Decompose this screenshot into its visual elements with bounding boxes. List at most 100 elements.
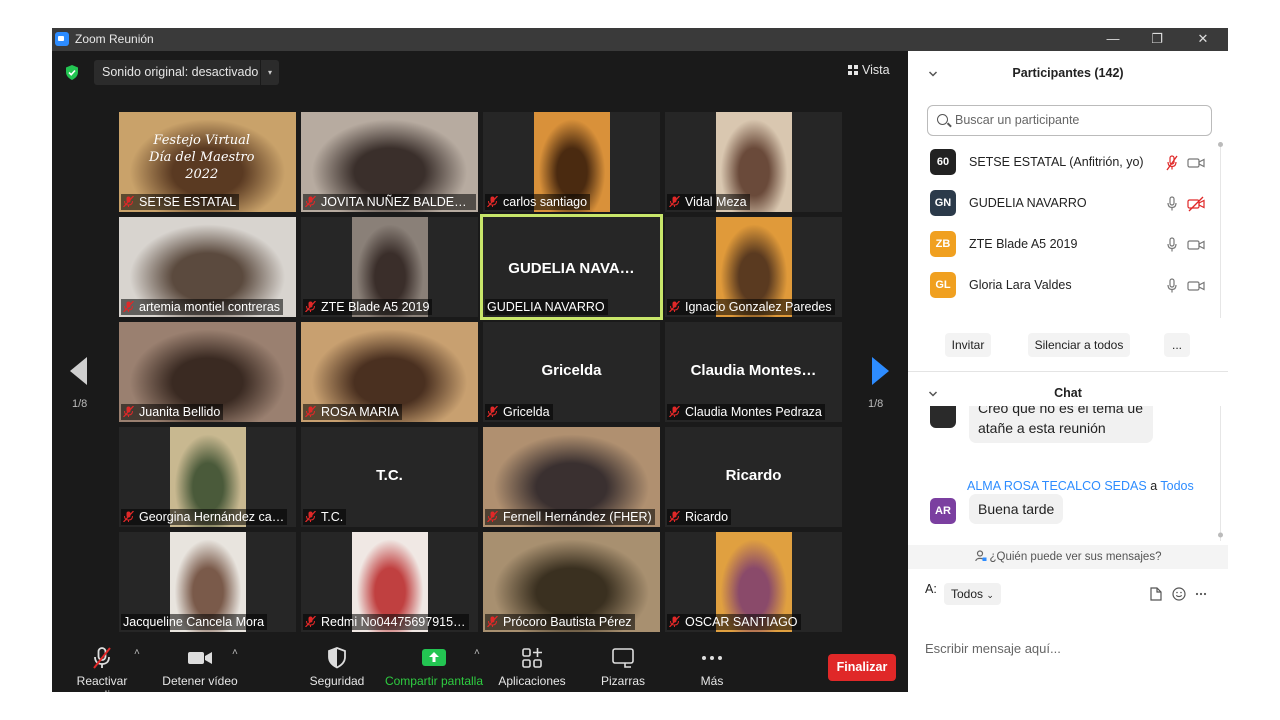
participant-row[interactable]: ZB ZTE Blade A5 2019 (908, 224, 1220, 265)
muted-microphone-icon (487, 406, 498, 417)
participant-name-placeholder: GUDELIA NAVA… (508, 260, 635, 277)
camera-icon[interactable] (1187, 278, 1205, 294)
participant-tile[interactable]: Ricardo Ricardo (665, 427, 842, 527)
window-title: Zoom Reunión (75, 32, 154, 46)
muted-microphone-icon (123, 406, 134, 417)
apps-button[interactable]: Aplicaciones (496, 645, 568, 688)
share-screen-button[interactable]: Compartir pantalla (382, 645, 486, 688)
participant-tile[interactable]: Ignacio Gonzalez Paredes (665, 217, 842, 317)
participant-tile[interactable]: Festejo Virtual Día del Maestro 2022 SETSE … (119, 112, 296, 212)
camera-off-icon[interactable] (1187, 196, 1205, 212)
muted-microphone-icon (305, 511, 316, 522)
more-dots-icon (702, 656, 722, 660)
muted-microphone-icon (669, 616, 680, 627)
audio-options-caret[interactable]: ˄ (134, 647, 140, 658)
participant-tile[interactable]: Fernell Hernández (FHER) (483, 427, 660, 527)
avatar: GN (930, 190, 956, 216)
participant-name-label: SETSE ESTATAL (121, 194, 240, 210)
mute-all-button[interactable]: Silenciar a todos (1028, 333, 1130, 357)
participant-name-label: T.C. (303, 509, 347, 525)
person-lock-icon (974, 550, 987, 562)
participant-row[interactable]: 60 SETSE ESTATAL (Anfitrión, yo) (908, 142, 1220, 183)
original-sound-button[interactable]: Sonido original: desactivado (94, 60, 267, 85)
file-icon[interactable] (1150, 587, 1162, 601)
who-can-see-messages[interactable]: ¿Quién puede ver sus mensajes? (908, 545, 1228, 569)
share-options-caret[interactable]: ˄ (474, 647, 480, 658)
participant-name-placeholder: T.C. (376, 467, 403, 484)
participant-name: ZTE Blade A5 2019 (969, 237, 1078, 251)
participant-tile[interactable]: artemia montiel contreras (119, 217, 296, 317)
whiteboard-icon (612, 648, 634, 668)
participant-tile[interactable]: JOVITA NUÑEZ BALDERAS (301, 112, 478, 212)
invite-button[interactable]: Invitar (945, 333, 991, 357)
next-page-arrow[interactable] (872, 357, 889, 385)
previous-page-arrow[interactable] (70, 357, 87, 385)
avatar: ZB (930, 231, 956, 257)
participant-search-input[interactable]: Buscar un participante (927, 105, 1212, 136)
video-options-caret[interactable]: ˄ (232, 647, 238, 658)
meeting-toolbar: Reactivar audio ˄ Detener vídeo ˄ Seguri… (52, 635, 908, 692)
participant-name: SETSE ESTATAL (Anfitrión, yo) (969, 155, 1144, 169)
stop-video-button[interactable]: Detener vídeo (160, 645, 240, 688)
unmute-audio-button[interactable]: Reactivar audio (62, 645, 142, 692)
chat-scrollbar[interactable] (1218, 406, 1223, 541)
whiteboards-button[interactable]: Pizarras (590, 645, 656, 688)
meeting-area: Sonido original: desactivado ▾ Vista 1/8… (52, 51, 908, 692)
end-meeting-button[interactable]: Finalizar (828, 654, 896, 681)
participant-tile[interactable]: ROSA MARIA (301, 322, 478, 422)
security-button[interactable]: Seguridad (306, 645, 368, 688)
participant-name-label: artemia montiel contreras (121, 299, 284, 315)
microphone-muted-icon[interactable] (1164, 155, 1180, 171)
chat-sender-avatar: AR (930, 498, 956, 524)
view-button[interactable]: Vista (848, 63, 890, 77)
participant-list-scrollbar[interactable] (1218, 142, 1223, 318)
participant-tile[interactable]: Juanita Bellido (119, 322, 296, 422)
muted-microphone-icon (487, 616, 498, 627)
participant-tile[interactable]: GUDELIA NAVA… GUDELIA NAVARRO (480, 214, 663, 320)
original-sound-dropdown[interactable]: ▾ (260, 60, 279, 85)
minimize-button[interactable]: — (1098, 30, 1128, 48)
chat-message-input[interactable]: Escribir mensaje aquí... (925, 641, 1061, 656)
participant-name-label: Redmi No04475697915… (303, 614, 469, 630)
participant-tile[interactable]: carlos santiago (483, 112, 660, 212)
muted-microphone-icon (669, 196, 680, 207)
participant-tile[interactable]: Prócoro Bautista Pérez (483, 532, 660, 632)
page-indicator-right: 1/8 (868, 398, 884, 410)
security-shield-icon[interactable] (65, 65, 79, 80)
participant-name-label: Georgina Hernández ca… (121, 509, 288, 525)
participant-tile[interactable]: Redmi No04475697915… (301, 532, 478, 632)
microphone-icon[interactable] (1164, 237, 1180, 253)
close-button[interactable]: ✕ (1188, 30, 1218, 48)
emoji-icon[interactable] (1172, 587, 1186, 601)
participant-name-label: Prócoro Bautista Pérez (485, 614, 635, 630)
recipient-selector[interactable]: Todos ⌄ (944, 583, 1001, 605)
participant-tile[interactable]: Vidal Meza (665, 112, 842, 212)
participant-tile[interactable]: Jacqueline Cancela Mora (119, 532, 296, 632)
participant-name-label: Juanita Bellido (121, 404, 224, 420)
participants-title: Participantes (142) (1012, 66, 1124, 80)
participant-row[interactable]: GN GUDELIA NAVARRO (908, 183, 1220, 224)
participant-name-label: Fernell Hernández (FHER) (485, 509, 655, 525)
participants-more-button[interactable]: ... (1164, 333, 1190, 357)
participant-name-label: ROSA MARIA (303, 404, 402, 420)
participant-tile[interactable]: Gricelda Gricelda (483, 322, 660, 422)
participant-tile[interactable]: Georgina Hernández ca… (119, 427, 296, 527)
camera-icon[interactable] (1187, 237, 1205, 253)
participant-tile[interactable]: ZTE Blade A5 2019 (301, 217, 478, 317)
restore-button[interactable]: ❐ (1142, 30, 1172, 48)
participant-tile[interactable]: Claudia Montes… Claudia Montes Pedraza (665, 322, 842, 422)
participant-name-label: Ricardo (667, 509, 732, 525)
participant-row[interactable]: GL Gloria Lara Valdes (908, 265, 1220, 306)
participant-tile[interactable]: OSCAR SANTIAGO (665, 532, 842, 632)
muted-microphone-icon (123, 511, 134, 522)
microphone-icon[interactable] (1164, 278, 1180, 294)
more-button[interactable]: Más (682, 645, 742, 688)
shield-icon (328, 647, 346, 669)
participant-name-label: Vidal Meza (667, 194, 750, 210)
chat-messages: Creo que no es el tema ue atañe a esta r… (908, 406, 1228, 541)
participant-tile[interactable]: T.C. T.C. (301, 427, 478, 527)
camera-icon[interactable] (1187, 155, 1205, 171)
chat-more-icon[interactable] (1195, 592, 1207, 596)
microphone-icon[interactable] (1164, 196, 1180, 212)
participant-name: Gloria Lara Valdes (969, 278, 1072, 292)
